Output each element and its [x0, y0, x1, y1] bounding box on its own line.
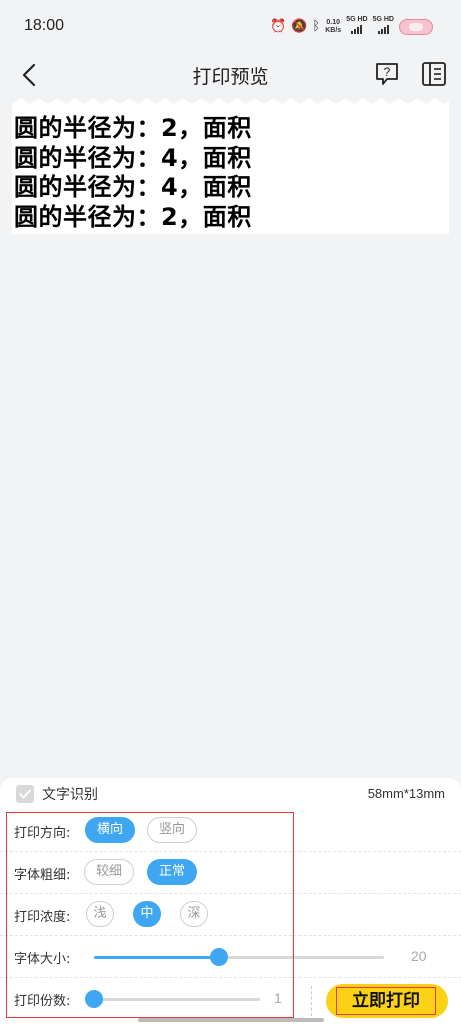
- paper-size: 58mm*13mm: [367, 786, 445, 801]
- print-now-button[interactable]: 立即打印: [326, 984, 448, 1018]
- density-option-dark[interactable]: 深: [180, 901, 208, 927]
- help-icon: ?: [376, 63, 398, 85]
- help-button[interactable]: ?: [373, 60, 401, 88]
- status-bar: 18:00 ⏰ 🔕 ᛒ 0.10 KB/s 5G HD 5G HD: [0, 0, 461, 52]
- net-speed: 0.10 KB/s: [325, 19, 341, 35]
- density-option-medium[interactable]: 中: [133, 901, 161, 927]
- preview-text: 圆的半径为：2，面积 圆的半径为：4，面积 圆的半径为：4，面积 圆的半径为：2…: [14, 114, 252, 232]
- ocr-checkbox[interactable]: [16, 785, 34, 803]
- density-row: 打印浓度: 浅 中 深: [0, 894, 461, 936]
- copies-slider[interactable]: [85, 990, 260, 1008]
- signal-1: 5G HD: [346, 16, 368, 37]
- weight-row: 字体粗细: 较细 正常: [0, 852, 461, 894]
- mute-icon: 🔕: [291, 19, 308, 34]
- net-speed-unit: KB/s: [325, 26, 342, 34]
- preview-line: 圆的半径为：4，面积: [14, 173, 252, 201]
- density-label: 打印浓度:: [14, 910, 71, 925]
- direction-row: 打印方向: 横向 竖向: [0, 810, 461, 852]
- signal-1-bars-icon: [351, 24, 363, 34]
- print-preview: 圆的半径为：2，面积 圆的半径为：4，面积 圆的半径为：4，面积 圆的半径为：2…: [12, 98, 449, 234]
- preview-line: 圆的半径为：2，面积: [14, 202, 252, 231]
- font-size-slider[interactable]: [94, 948, 384, 966]
- status-icons: ⏰ 🔕 ᛒ 0.10 KB/s 5G HD 5G HD: [270, 16, 433, 37]
- bluetooth-icon: ᛒ: [312, 19, 321, 34]
- print-now-label: 立即打印: [336, 987, 436, 1015]
- font-size-slider-handle[interactable]: [209, 948, 228, 966]
- check-icon: [19, 789, 31, 799]
- battery-icon: [399, 18, 433, 35]
- home-indicator: [138, 1018, 324, 1022]
- sidebar-menu-icon: [422, 62, 446, 86]
- copies-label: 打印份数:: [14, 994, 71, 1009]
- paper-edge: [12, 98, 449, 110]
- font-size-value: 20: [411, 948, 427, 964]
- signal-1-label: 5G HD: [346, 16, 368, 23]
- net-speed-value: 0.10: [326, 18, 341, 26]
- ocr-toggle[interactable]: 文字识别: [16, 784, 98, 804]
- direction-option-landscape[interactable]: 横向: [85, 817, 136, 843]
- signal-2-bars-icon: [377, 24, 389, 34]
- divider: [311, 986, 312, 1016]
- svg-text:?: ?: [384, 65, 391, 79]
- menu-button[interactable]: [420, 60, 448, 88]
- font-size-slider-fill: [94, 956, 219, 959]
- font-size-label: 字体大小:: [14, 952, 71, 967]
- copies-value: 1: [274, 990, 282, 1006]
- preview-line: 圆的半径为：4，面积: [14, 143, 252, 172]
- signal-2: 5G HD: [373, 16, 394, 37]
- weight-option-normal[interactable]: 正常: [147, 859, 198, 885]
- ocr-label: 文字识别: [42, 787, 98, 803]
- alarm-icon: ⏰: [270, 19, 287, 34]
- signal-2-label: 5G HD: [372, 16, 394, 23]
- direction-option-portrait[interactable]: 竖向: [147, 817, 198, 843]
- direction-label: 打印方向:: [14, 826, 71, 841]
- weight-option-thin[interactable]: 较细: [84, 859, 135, 885]
- app-header: 打印预览 ?: [0, 52, 461, 98]
- copies-slider-handle[interactable]: [85, 990, 103, 1008]
- weight-label: 字体粗细:: [14, 868, 71, 883]
- preview-line: 圆的半径为：2，面积: [14, 114, 252, 142]
- status-time: 18:00: [24, 17, 65, 34]
- font-size-row: 字体大小: 20: [0, 936, 461, 978]
- density-option-light[interactable]: 浅: [86, 901, 114, 927]
